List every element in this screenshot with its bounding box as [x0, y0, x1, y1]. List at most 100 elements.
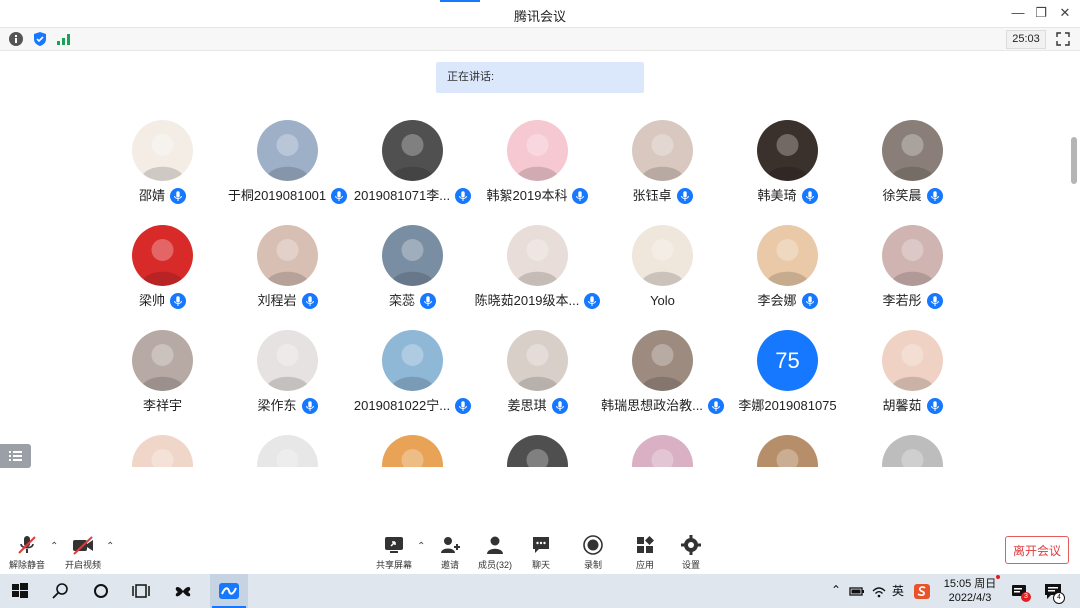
unmute-button[interactable]: 解除静音	[6, 534, 48, 572]
participant-name-row: 刘程岩	[215, 291, 360, 311]
wifi-icon[interactable]	[870, 580, 888, 602]
invite-label: 邀请	[440, 560, 459, 570]
participant-tile[interactable]: 梁帅	[100, 225, 225, 325]
participant-avatar	[507, 330, 568, 391]
participant-avatar	[132, 330, 193, 391]
participant-tile[interactable]: 2019081022宁...	[350, 330, 475, 430]
settings-button[interactable]: 设置	[673, 534, 709, 572]
tray-expand-icon[interactable]: ⌃	[831, 583, 841, 597]
ime-indicator[interactable]: 英	[890, 582, 906, 599]
participant-tile[interactable]: 李祥宇	[100, 330, 225, 430]
participant-name-row: 张钰卓	[590, 186, 735, 206]
minimize-button[interactable]: —	[1008, 4, 1028, 22]
participant-name: Yolo	[650, 293, 675, 308]
mic-icon	[301, 397, 318, 414]
participant-name-row: 陈晓茹2019级本...	[465, 291, 610, 311]
participant-name: 张钰卓	[632, 188, 672, 203]
participant-name-row: 李祥宇	[90, 396, 235, 416]
list-view-button[interactable]	[0, 444, 31, 468]
restore-button[interactable]: ❐	[1031, 4, 1051, 22]
start-video-button[interactable]: 开启视频	[62, 534, 104, 572]
participant-avatar	[632, 330, 693, 391]
app-knot-icon[interactable]	[172, 580, 194, 602]
participant-tile[interactable]: 75 李娜2019081075	[725, 330, 850, 430]
participant-name: 姜思琪	[507, 398, 547, 413]
audio-options-caret[interactable]: ⌃	[50, 542, 60, 552]
participant-name-row: 韩瑞思想政治教...	[590, 396, 735, 416]
participant-name-row: 韩絮2019本科	[465, 186, 610, 206]
participant-tile[interactable]: 2019081071李...	[350, 120, 475, 220]
participant-tile[interactable]: 陈晓茹2019级本...	[475, 225, 601, 325]
participant-name: 韩美琦	[757, 188, 797, 203]
shield-icon[interactable]	[32, 31, 48, 47]
apps-button[interactable]: 应用	[627, 534, 663, 572]
participant-name: 李若彤	[882, 293, 922, 308]
participant-avatar	[257, 120, 318, 181]
participant-name: 栾蕊	[388, 293, 415, 308]
participant-avatar	[757, 120, 818, 181]
video-options-caret[interactable]: ⌃	[106, 542, 116, 552]
participant-avatar	[882, 225, 943, 286]
record-label: 录制	[583, 560, 602, 570]
sogou-ime-icon[interactable]	[913, 580, 931, 602]
participant-tile[interactable]: 梁作东	[225, 330, 350, 430]
apps-label: 应用	[635, 560, 654, 570]
participant-tile[interactable]: 邵婧	[100, 120, 225, 220]
participant-tile[interactable]: 李若彤	[850, 225, 975, 325]
participant-tile[interactable]: 韩美琦	[725, 120, 850, 220]
participant-tile[interactable]: 刘程岩	[225, 225, 350, 325]
participant-avatar	[632, 225, 693, 286]
tencent-meeting-taskbar-icon[interactable]	[218, 580, 240, 602]
participant-avatar: 75	[757, 330, 818, 391]
title-bar: 腾讯会议 — ❐ ✕	[0, 0, 1080, 28]
gear-icon	[681, 535, 701, 555]
participant-name-row: 李娜2019081075	[715, 396, 860, 416]
start-video-label: 开启视频	[64, 560, 101, 570]
apps-icon	[637, 536, 654, 553]
participant-tile[interactable]: 胡馨茹	[850, 330, 975, 430]
participant-tile[interactable]: 于桐2019081001	[225, 120, 350, 220]
clock-date: 2022/4/3	[948, 592, 992, 604]
grid-scrollbar[interactable]	[1071, 137, 1077, 184]
battery-icon[interactable]	[848, 580, 866, 602]
camera-off-icon	[73, 536, 93, 555]
cortana-icon[interactable]	[90, 580, 112, 602]
invite-button[interactable]: 邀请	[432, 534, 468, 572]
windows-start-icon[interactable]	[9, 580, 31, 602]
fullscreen-icon[interactable]	[1055, 31, 1071, 47]
participant-tile[interactable]: 韩瑞思想政治教...	[600, 330, 725, 430]
participant-name-row: 李会娜	[715, 291, 860, 311]
search-icon[interactable]	[50, 580, 72, 602]
participant-name-row: 胡馨茹	[840, 396, 985, 416]
participant-tile[interactable]: 徐笑晨	[850, 120, 975, 220]
task-view-icon[interactable]	[130, 580, 152, 602]
participant-tile[interactable]: 韩絮2019本科	[475, 120, 600, 220]
participant-tile[interactable]: 栾蕊	[350, 225, 475, 325]
mic-icon	[801, 292, 818, 309]
taskbar-clock[interactable]: 15:05 周日 2022/4/3	[940, 577, 1000, 605]
mic-icon	[676, 187, 693, 204]
share-options-caret[interactable]: ⌃	[417, 542, 427, 552]
participant-tile[interactable]: Yolo	[600, 225, 725, 325]
participant-name: 梁作东	[257, 398, 297, 413]
muted-mic-icon	[18, 536, 36, 554]
meeting-toolbar: 解除静音 ⌃ 开启视频 ⌃ 共享屏幕 ⌃ 邀请 成员(32) 聊天 录制 应用 …	[0, 530, 1080, 574]
participant-avatar	[507, 120, 568, 181]
participant-tile[interactable]: 张钰卓	[600, 120, 725, 220]
record-button[interactable]: 录制	[575, 534, 611, 572]
share-screen-button[interactable]: 共享屏幕	[373, 534, 415, 572]
add-user-icon	[441, 537, 460, 553]
mic-icon	[170, 292, 186, 309]
info-icon[interactable]	[8, 31, 24, 47]
participant-name-row: Yolo	[590, 291, 735, 311]
share-screen-icon	[385, 537, 403, 553]
participant-name-row: 韩美琦	[715, 186, 860, 206]
participant-tile[interactable]: 李会娜	[725, 225, 850, 325]
list-icon	[9, 451, 22, 461]
signal-icon[interactable]	[55, 31, 71, 47]
close-button[interactable]: ✕	[1055, 4, 1075, 22]
members-button[interactable]: 成员(32)	[475, 534, 515, 572]
chat-button[interactable]: 聊天	[523, 534, 559, 572]
participant-tile[interactable]: 姜思琪	[475, 330, 600, 430]
leave-meeting-button[interactable]: 离开会议	[1005, 536, 1069, 564]
